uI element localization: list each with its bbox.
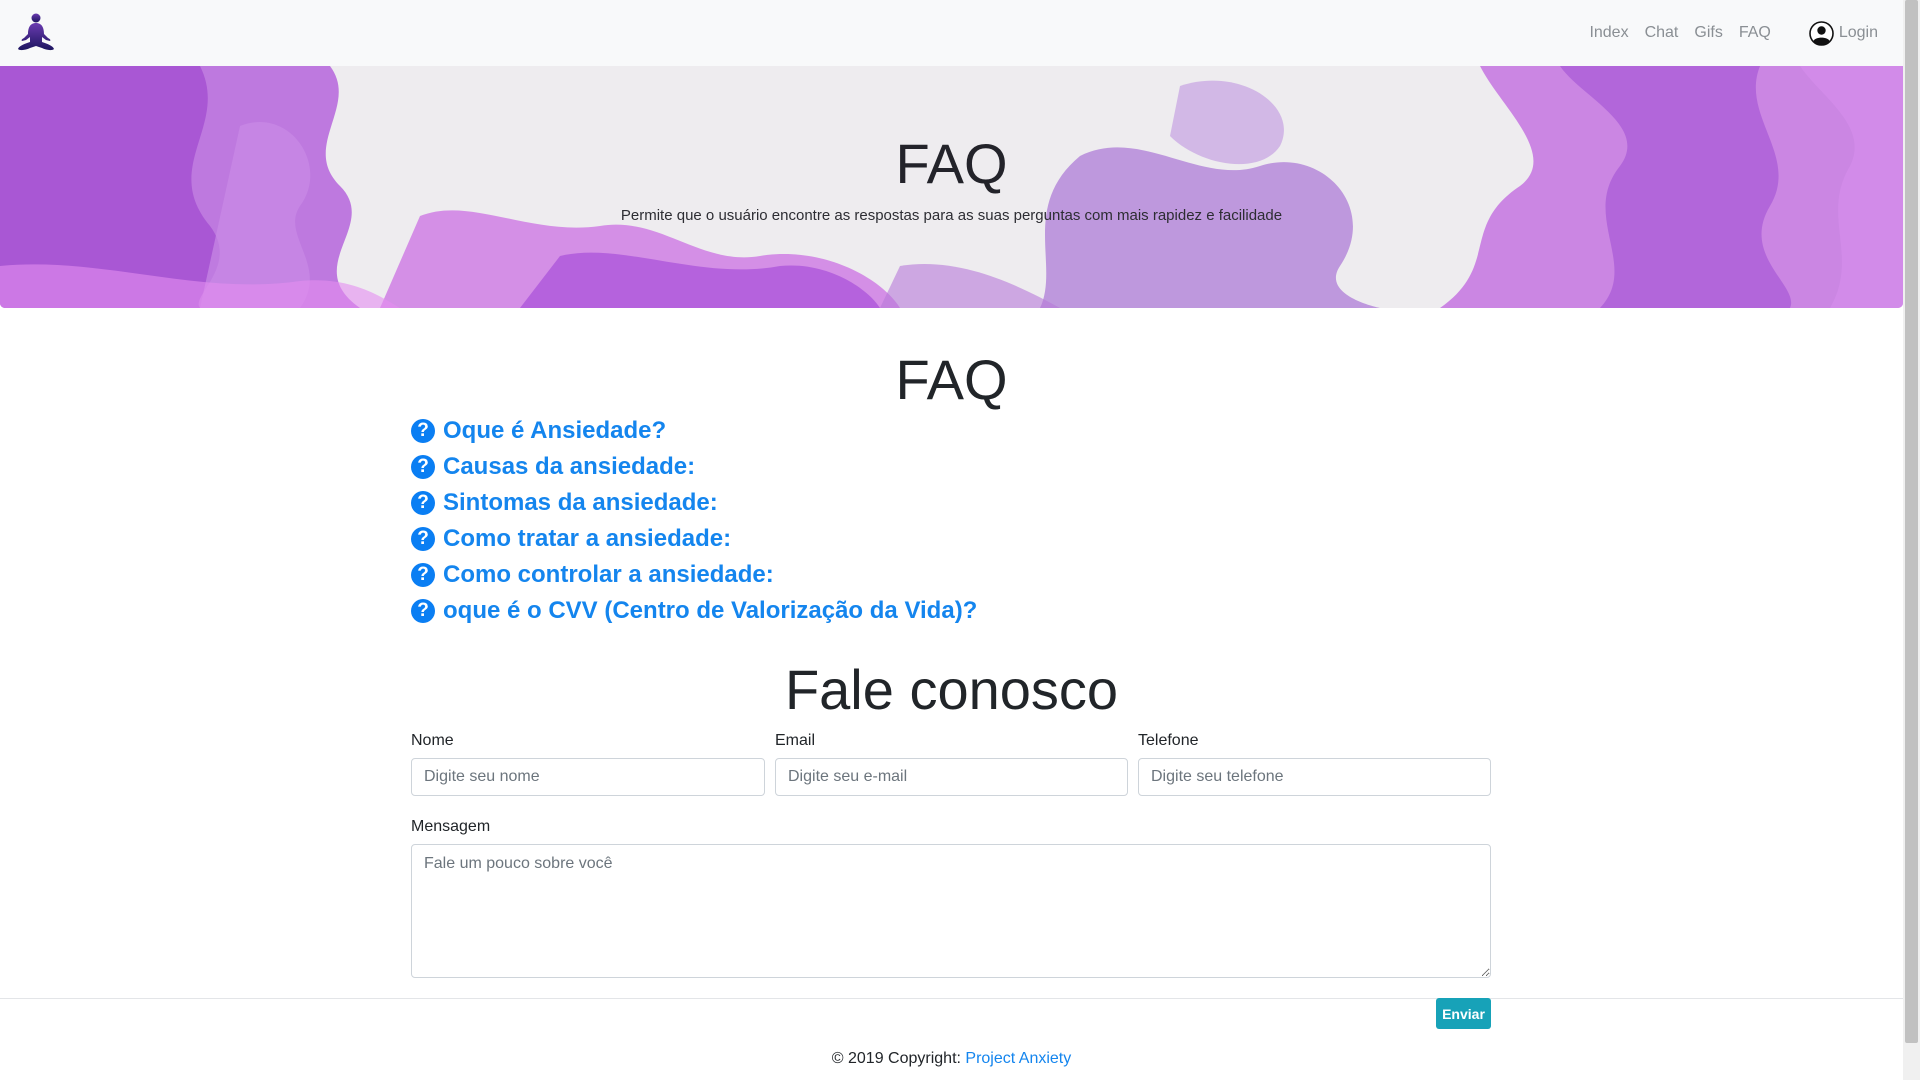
submit-button[interactable]: Enviar xyxy=(1436,998,1491,1029)
faq-question: oque é o CVV (Centro de Valorização da V… xyxy=(443,597,978,624)
faq-item[interactable]: ? oque é o CVV (Centro de Valorização da… xyxy=(411,593,1491,629)
question-circle-icon: ? xyxy=(411,455,435,479)
footer-divider xyxy=(0,998,1903,999)
faq-question: Como controlar a ansiedade: xyxy=(443,561,774,588)
message-label: Mensagem xyxy=(411,818,491,835)
email-input[interactable] xyxy=(775,758,1128,796)
message-group: Mensagem xyxy=(411,818,1491,983)
phone-group: Telefone xyxy=(1138,732,1491,796)
contact-heading: Fale conosco xyxy=(784,658,1119,721)
faq-item[interactable]: ? Como tratar a ansiedade: xyxy=(411,521,1491,557)
scrollbar-thumb[interactable] xyxy=(1905,0,1918,1043)
email-label: Email xyxy=(775,732,816,749)
nav-link-faq[interactable]: FAQ xyxy=(1739,24,1771,42)
nav-links: Index Chat Gifs FAQ Login xyxy=(1589,0,1878,66)
phone-input[interactable] xyxy=(1138,758,1491,796)
nav-link-index[interactable]: Index xyxy=(1589,24,1628,42)
navbar: Index Chat Gifs FAQ Login xyxy=(0,0,1903,66)
question-circle-icon: ? xyxy=(411,527,435,551)
faq-heading: FAQ xyxy=(895,348,1008,411)
question-circle-icon: ? xyxy=(411,491,435,515)
question-circle-icon: ? xyxy=(411,419,435,443)
user-icon xyxy=(1809,20,1834,46)
hero-subtitle: Permite que o usuário encontre as respos… xyxy=(620,207,1283,224)
nav-link-gifs[interactable]: Gifs xyxy=(1694,24,1722,42)
faq-item[interactable]: ? Causas da ansiedade: xyxy=(411,449,1491,485)
faq-question: Sintomas da ansiedade: xyxy=(443,489,718,516)
name-label: Nome xyxy=(411,732,454,749)
faq-list: ? Oque é Ansiedade? ? Causas da ansiedad… xyxy=(411,413,1491,629)
faq-item[interactable]: ? Sintomas da ansiedade: xyxy=(411,485,1491,521)
email-group: Email xyxy=(775,732,1128,796)
name-input[interactable] xyxy=(411,758,765,796)
login-link[interactable]: Login xyxy=(1809,20,1878,46)
vertical-scrollbar[interactable] xyxy=(1903,0,1920,1080)
faq-question: Oque é Ansiedade? xyxy=(443,417,667,444)
copyright: © 2019 Copyright: Project Anxiety xyxy=(0,1050,1903,1068)
phone-label: Telefone xyxy=(1138,732,1199,749)
meditation-logo-icon[interactable] xyxy=(16,12,56,54)
hero-banner: FAQ Permite que o usuário encontre as re… xyxy=(0,66,1903,308)
message-textarea[interactable] xyxy=(411,844,1491,978)
faq-item[interactable]: ? Oque é Ansiedade? xyxy=(411,413,1491,449)
login-label: Login xyxy=(1838,24,1878,41)
question-circle-icon: ? xyxy=(411,599,435,623)
name-group: Nome xyxy=(411,732,765,796)
nav-link-chat[interactable]: Chat xyxy=(1645,24,1679,42)
faq-item[interactable]: ? Como controlar a ansiedade: xyxy=(411,557,1491,593)
copyright-text: © 2019 Copyright: xyxy=(831,1050,966,1067)
faq-question: Causas da ansiedade: xyxy=(443,453,696,480)
hero-title: FAQ xyxy=(895,132,1008,195)
copyright-link[interactable]: Project Anxiety xyxy=(965,1050,1071,1067)
faq-question: Como tratar a ansiedade: xyxy=(443,525,732,552)
question-circle-icon: ? xyxy=(411,563,435,587)
